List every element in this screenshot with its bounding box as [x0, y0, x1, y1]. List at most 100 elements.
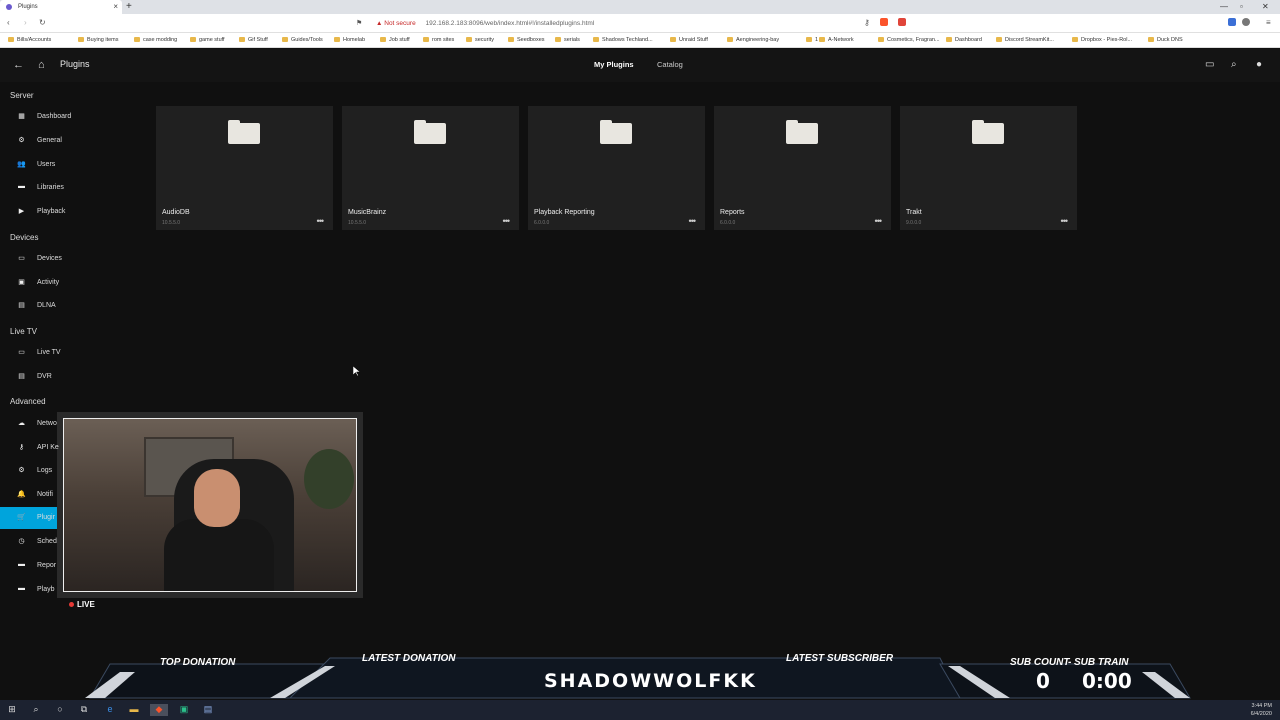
bookmark-cosmetics-fragran[interactable]: Cosmetics, Fragran...: [878, 37, 940, 43]
close-window-icon[interactable]: ✕: [1262, 2, 1269, 11]
sidebar-item-label: Live TV: [37, 349, 61, 356]
bookmark-folder-icon: [878, 37, 884, 42]
sidebar-item-general[interactable]: ⚙ General: [0, 130, 62, 152]
sidebar-item-logs[interactable]: ⚙ Logs: [0, 460, 57, 482]
sidebar-item-notifi[interactable]: 🔔 Notifi: [0, 484, 57, 506]
bookmark-dropbox-pies-rol[interactable]: Dropbox - Pies-Rol...: [1072, 37, 1132, 43]
bookmark-homelab[interactable]: Homelab: [334, 37, 365, 43]
jellyfin-favicon-icon: [6, 4, 12, 10]
brave-shield-icon[interactable]: [880, 18, 888, 26]
more-options-icon[interactable]: •••: [317, 216, 325, 226]
plugin-name: AudioDB: [162, 209, 190, 216]
tab-catalog[interactable]: Catalog: [657, 60, 683, 69]
sidebar-item-sched[interactable]: ◷ Sched: [0, 531, 57, 553]
bookmark-1[interactable]: 1: [806, 37, 818, 43]
cast-icon[interactable]: ▭: [1205, 59, 1214, 70]
bookmark-guides-tools[interactable]: Guides/Tools: [282, 37, 323, 43]
plugin-card-audiodb[interactable]: AudioDB 10.5.5.0 •••: [156, 106, 333, 230]
sidebar-item-repor[interactable]: ▬ Repor: [0, 555, 57, 577]
plugin-card-trakt[interactable]: Trakt 9.0.0.0 •••: [900, 106, 1077, 230]
sidebar-item-playback[interactable]: ▶ Playback: [0, 201, 66, 223]
bookmark-security[interactable]: security: [466, 37, 494, 43]
brave-taskbar-icon[interactable]: ◆: [150, 704, 168, 716]
tab-my-plugins[interactable]: My Plugins: [594, 60, 634, 69]
bookmark-seedboxes[interactable]: Seedboxes: [508, 37, 545, 43]
bookmark-serials[interactable]: serials: [555, 37, 580, 43]
bookmark-gif-stuff[interactable]: Gif Stuff: [239, 37, 268, 43]
profile-icon[interactable]: [1242, 18, 1250, 26]
more-options-icon[interactable]: •••: [1061, 216, 1069, 226]
search-icon[interactable]: ⌕: [1231, 59, 1237, 70]
bookmark-star-icon[interactable]: ⚑: [356, 19, 362, 27]
bookmark-case-modding[interactable]: case modding: [134, 37, 177, 43]
menu-icon[interactable]: ≡: [1266, 18, 1271, 27]
sidebar-item-label: General: [37, 137, 62, 144]
sidebar-item-netwo[interactable]: ☁ Netwo: [0, 413, 57, 435]
bookmark-dashboard[interactable]: Dashboard: [946, 37, 982, 43]
bookmark-folder-icon: [423, 37, 429, 42]
bookmark-folder-icon: [555, 37, 561, 42]
task-view-icon[interactable]: ⧉: [78, 704, 90, 716]
sidebar-item-dashboard[interactable]: ▦ Dashboard: [0, 106, 71, 128]
sidebar-item-dlna[interactable]: ▤ DLNA: [0, 295, 57, 317]
sidebar-item-libraries[interactable]: ▬ Libraries: [0, 177, 64, 199]
sidebar-item-activity[interactable]: ▣ Activity: [0, 272, 59, 294]
bookmark-label: Seedboxes: [517, 37, 545, 43]
new-tab-button[interactable]: +: [126, 1, 132, 12]
system-clock[interactable]: 3:44 PM 6/4/2020: [1251, 702, 1272, 718]
start-icon[interactable]: ⊞: [6, 704, 18, 716]
more-options-icon[interactable]: •••: [503, 216, 511, 226]
bookmark-bills-accounts[interactable]: Bills/Accounts: [8, 37, 51, 43]
reload-icon[interactable]: ↻: [39, 18, 46, 27]
cortana-icon[interactable]: ○: [54, 704, 66, 716]
sidebar-item-plugir[interactable]: 🛒 Plugir: [0, 507, 57, 529]
search-taskbar-icon[interactable]: ⌕: [30, 704, 42, 716]
back-icon[interactable]: ‹: [7, 18, 10, 27]
plugin-version: 10.5.5.0: [162, 220, 181, 226]
app-taskbar-icon[interactable]: ▣: [178, 704, 190, 716]
bookmark-aengineering-bay[interactable]: Aengineering-bay: [727, 37, 779, 43]
bookmark-discord-streamkit[interactable]: Discord StreamKit...: [996, 37, 1054, 43]
close-tab-icon[interactable]: ×: [113, 2, 118, 11]
rewards-icon[interactable]: [898, 18, 906, 26]
sidebar-item-api-ke[interactable]: ⚷ API Ke: [0, 437, 59, 459]
sidebar-item-dvr[interactable]: ▤ DVR: [0, 366, 57, 388]
plugin-card-musicbrainz[interactable]: MusicBrainz 10.5.5.0 •••: [342, 106, 519, 230]
bookmark-a-network[interactable]: A-Network: [819, 37, 854, 43]
folder-icon: [600, 120, 632, 144]
sidebar-item-label: DVR: [37, 373, 52, 380]
plugin-card-playback-reporting[interactable]: Playback Reporting 6.0.0.0 •••: [528, 106, 705, 230]
bookmark-duck-dns[interactable]: Duck DNS: [1148, 37, 1183, 43]
notes-taskbar-icon[interactable]: ▤: [202, 704, 214, 716]
bookmark-game-stuff[interactable]: game stuff: [190, 37, 225, 43]
more-options-icon[interactable]: •••: [875, 216, 883, 226]
sidebar-section-live-tv: Live TV: [10, 327, 37, 336]
sidebar-item-users[interactable]: 👥 Users: [0, 154, 57, 176]
edge-icon[interactable]: e: [104, 704, 116, 716]
home-icon[interactable]: ⌂: [38, 59, 45, 71]
plugin-name: MusicBrainz: [348, 209, 387, 216]
dlna-icon: ▤: [18, 302, 25, 309]
plugin-card-reports[interactable]: Reports 6.0.0.0 •••: [714, 106, 891, 230]
minimize-icon[interactable]: —: [1220, 2, 1228, 11]
file-explorer-icon[interactable]: ▬: [128, 704, 140, 716]
sidebar-item-devices[interactable]: ▭ Devices: [0, 248, 62, 270]
key-icon[interactable]: ⚷: [864, 18, 870, 27]
forward-icon[interactable]: ›: [24, 18, 27, 27]
sidebar-item-live-tv[interactable]: ▭ Live TV: [0, 342, 60, 364]
bookmark-unraid-stuff[interactable]: Unraid Stuff: [670, 37, 708, 43]
extension-icon[interactable]: [1228, 18, 1236, 26]
bookmark-rom-sites[interactable]: rom sites: [423, 37, 454, 43]
bookmark-buying-items[interactable]: Buying items: [78, 37, 119, 43]
bookmark-job-stuff[interactable]: Job stuff: [380, 37, 410, 43]
bookmark-shadows-techland[interactable]: Shadows Techland...: [593, 37, 653, 43]
user-icon[interactable]: ●: [1256, 59, 1262, 70]
clock-time: 3:44 PM: [1251, 703, 1272, 709]
back-arrow-icon[interactable]: ←: [13, 59, 24, 71]
more-options-icon[interactable]: •••: [689, 216, 697, 226]
plugin-name: Reports: [720, 209, 745, 216]
browser-tab[interactable]: Plugins ×: [0, 0, 122, 14]
restore-icon[interactable]: ▫: [1240, 2, 1243, 11]
address-bar[interactable]: ⚑ ▲ Not secure 192.168.2.183:8096/web/in…: [350, 16, 920, 31]
sidebar-item-playb[interactable]: ▬ Playb: [0, 579, 57, 601]
